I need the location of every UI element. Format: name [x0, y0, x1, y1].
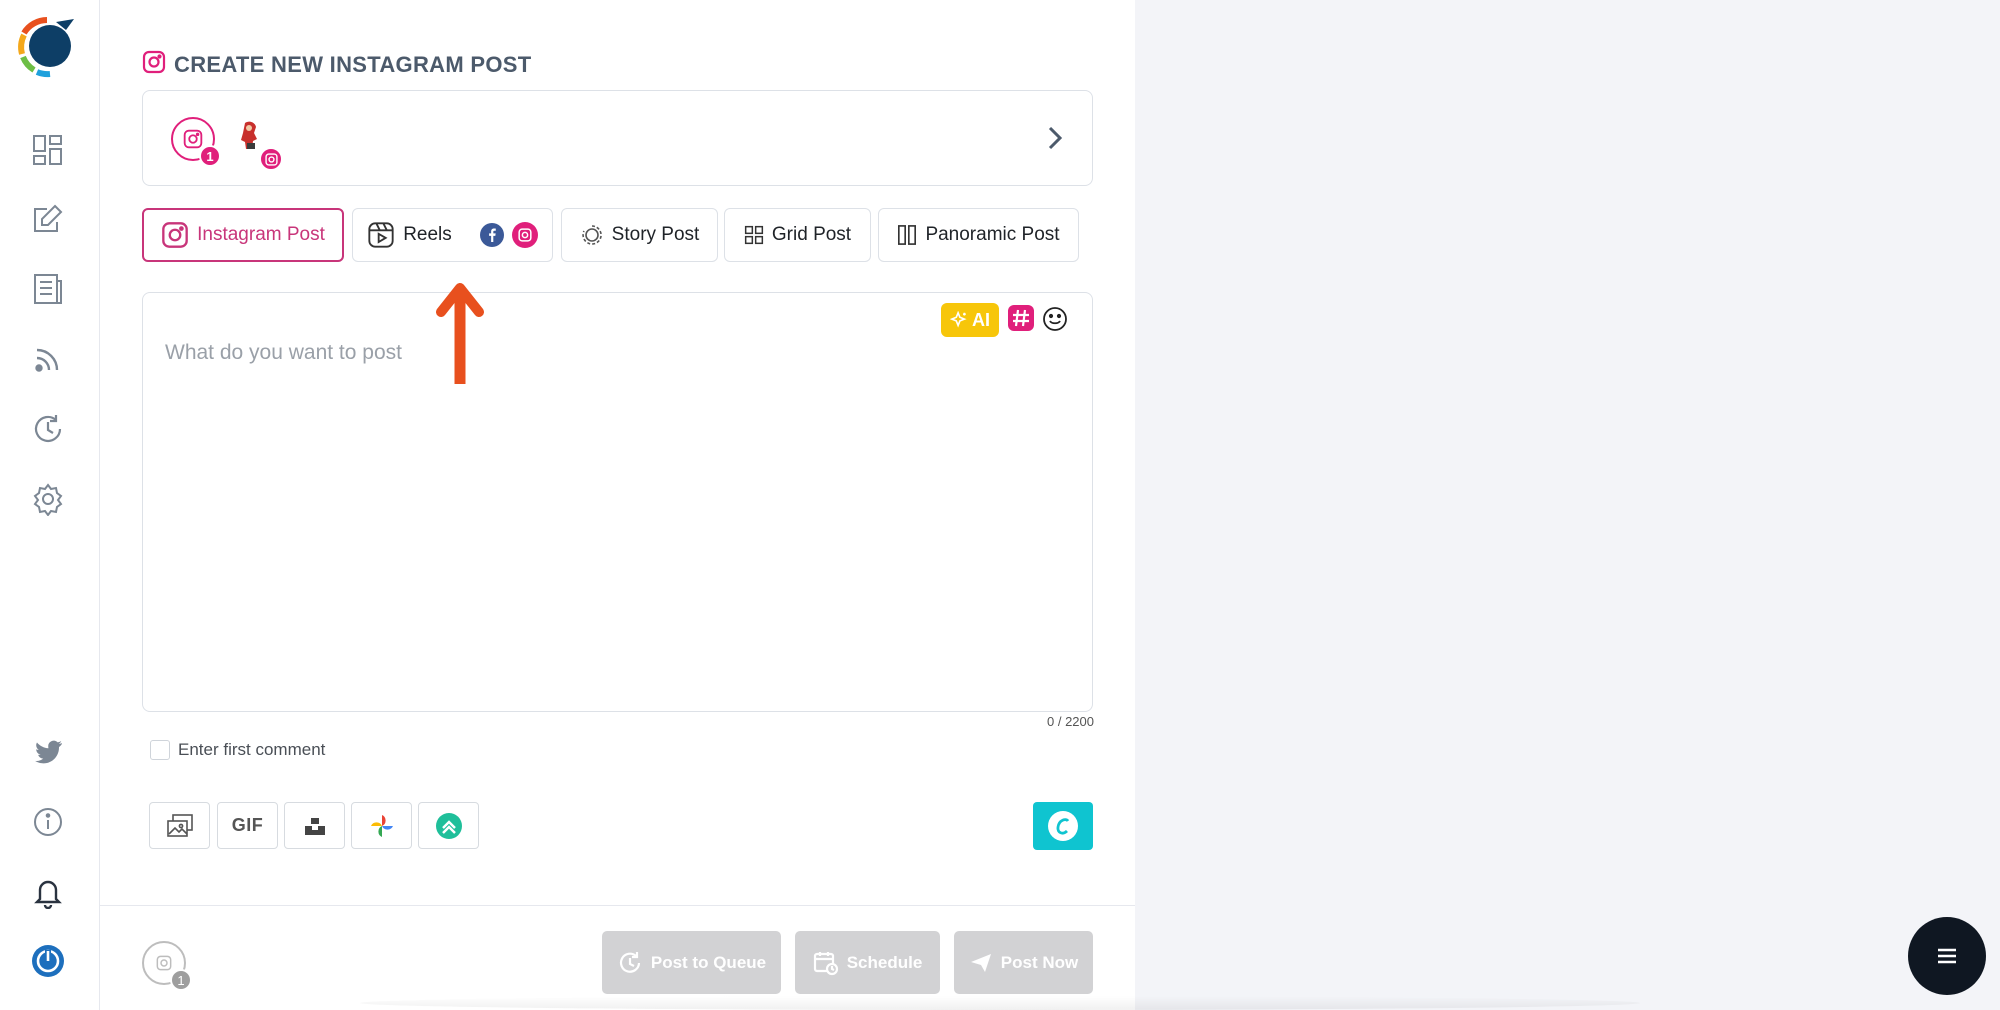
page-header: CREATE NEW INSTAGRAM POST [142, 50, 531, 79]
send-icon [970, 953, 991, 972]
bottom-shadow [360, 996, 1640, 1010]
preview-area [1135, 0, 2000, 1010]
schedule-label: Schedule [846, 952, 923, 972]
tab-story-post[interactable]: Story Post [561, 208, 718, 262]
image-upload-button[interactable] [149, 802, 210, 849]
hashtag-icon[interactable] [1008, 305, 1034, 331]
post-text-editor[interactable]: What do you want to post AI [142, 292, 1093, 712]
instagram-icon [511, 222, 538, 248]
articles-icon[interactable] [28, 269, 68, 309]
instagram-account-avatar[interactable]: 1 [171, 117, 221, 167]
tab-reels[interactable]: Reels [352, 208, 553, 262]
dashboard-icon[interactable] [28, 130, 68, 170]
sidebar [0, 0, 100, 1010]
app-logo[interactable] [16, 16, 78, 78]
profile-avatar[interactable] [227, 115, 283, 171]
grid-icon [744, 225, 763, 245]
instagram-badge-icon [259, 147, 283, 171]
tab-instagram-post[interactable]: Instagram Post [142, 208, 344, 262]
compose-icon[interactable] [28, 199, 68, 239]
canva-icon [1048, 811, 1078, 841]
tab-label: Grid Post [771, 224, 852, 245]
settings-icon[interactable] [28, 479, 68, 519]
footer-divider [100, 905, 1135, 906]
post-to-queue-label: Post to Queue [650, 952, 767, 972]
tab-label: Reels [403, 224, 452, 245]
post-composer: CREATE NEW INSTAGRAM POST 1 Instagram Po… [100, 0, 1135, 1010]
panoramic-icon [898, 225, 917, 245]
gif-button[interactable]: GIF [217, 802, 278, 849]
info-icon[interactable] [28, 802, 68, 842]
instagram-icon [156, 955, 172, 971]
instagram-icon [162, 222, 188, 248]
google-photos-icon [370, 814, 393, 837]
gif-label: GIF [231, 815, 264, 835]
calendar-clock-icon [813, 951, 838, 975]
google-photos-button[interactable] [351, 802, 412, 849]
page-title: CREATE NEW INSTAGRAM POST [174, 51, 532, 77]
post-now-label: Post Now [1000, 952, 1079, 972]
emoji-icon[interactable] [1041, 305, 1069, 333]
schedule-button[interactable]: Schedule [795, 931, 940, 994]
chevron-right-icon[interactable] [1040, 123, 1068, 153]
sparkle-icon [950, 311, 967, 328]
account-count-badge: 1 [170, 969, 192, 991]
twitter-icon[interactable] [28, 732, 68, 772]
ai-button[interactable]: AI [941, 303, 999, 337]
queue-icon [619, 951, 640, 973]
story-icon [581, 225, 602, 245]
bell-icon[interactable] [28, 872, 68, 912]
ai-label: AI [972, 309, 990, 330]
editor-placeholder: What do you want to post [165, 341, 402, 364]
tab-label: Story Post [611, 224, 700, 245]
upload-cloud-button[interactable] [418, 802, 479, 849]
tab-label: Instagram Post [197, 224, 325, 245]
post-now-button[interactable]: Post Now [954, 931, 1093, 994]
footer-account-avatar[interactable]: 1 [142, 941, 192, 991]
image-icon [166, 813, 193, 837]
rss-icon[interactable] [28, 339, 68, 379]
hamburger-menu-icon [1938, 948, 1956, 964]
chevron-up-circle-icon [435, 812, 462, 839]
tab-panoramic-post[interactable]: Panoramic Post [878, 208, 1079, 262]
first-comment-option: Enter first comment [150, 740, 325, 760]
reels-icon [368, 222, 394, 248]
character-counter: 0 / 2200 [1047, 714, 1094, 729]
tab-grid-post[interactable]: Grid Post [724, 208, 871, 262]
facebook-icon [479, 223, 504, 247]
selected-count-badge: 1 [199, 145, 221, 167]
instagram-icon [142, 50, 166, 79]
tab-label: Panoramic Post [925, 224, 1060, 245]
unsplash-button[interactable] [284, 802, 345, 849]
power-icon[interactable] [28, 941, 68, 981]
menu-button[interactable] [1908, 917, 1986, 995]
first-comment-label: Enter first comment [178, 740, 326, 759]
unsplash-icon [304, 817, 325, 835]
account-selector[interactable]: 1 [142, 90, 1093, 186]
annotation-arrow [436, 282, 484, 386]
history-icon[interactable] [28, 409, 68, 449]
first-comment-checkbox[interactable] [150, 740, 170, 760]
canva-button[interactable] [1033, 802, 1093, 850]
post-to-queue-button[interactable]: Post to Queue [602, 931, 781, 994]
